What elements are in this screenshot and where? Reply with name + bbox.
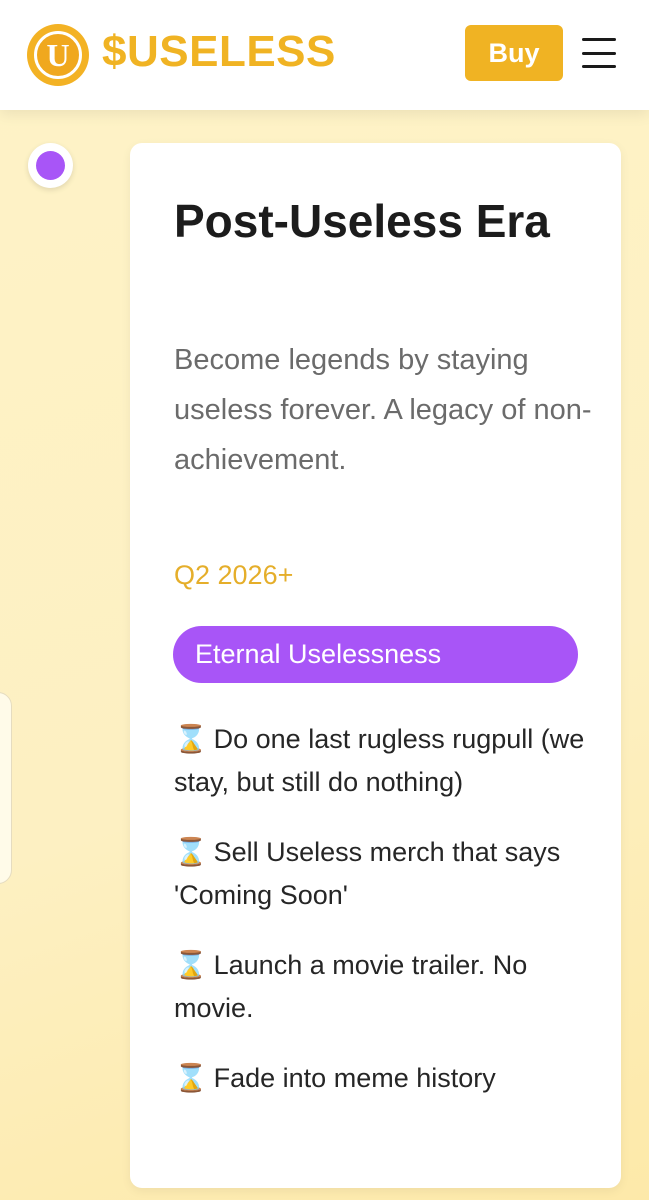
buy-button[interactable]: Buy — [465, 25, 563, 81]
previous-card-edge — [0, 692, 12, 884]
task-item: ⌛ Do one last rugless rugpull (we stay, b… — [174, 718, 594, 803]
phase-title: Post-Useless Era — [174, 195, 550, 247]
phase-task-list: ⌛ Do one last rugless rugpull (we stay, b… — [174, 718, 594, 1128]
hamburger-line — [582, 65, 616, 68]
hourglass-icon: ⌛ — [174, 950, 208, 981]
phase-description: Become legends by staying useless foreve… — [174, 344, 592, 476]
hamburger-line — [582, 38, 616, 41]
task-text: Sell Useless merch that says 'Coming Soo… — [174, 837, 561, 910]
hourglass-icon: ⌛ — [174, 1063, 208, 1094]
hourglass-icon: ⌛ — [174, 837, 208, 868]
timeline-dot-core — [36, 151, 65, 180]
roadmap-phase-card: Post-Useless Era Become legends by stayi… — [130, 143, 621, 1188]
coin-logo-icon[interactable]: U — [27, 24, 89, 86]
task-item: ⌛ Launch a movie trailer. No movie. — [174, 944, 594, 1029]
brand-name[interactable]: $USELESS — [102, 24, 336, 80]
task-text: Fade into meme history — [213, 1063, 496, 1093]
task-text: Do one last rugless rugpull (we stay, bu… — [174, 724, 585, 797]
phase-tag-badge: Eternal Uselessness — [173, 626, 578, 683]
task-text: Launch a movie trailer. No movie. — [174, 950, 528, 1023]
hamburger-icon[interactable] — [582, 38, 616, 68]
task-item: ⌛ Fade into meme history — [174, 1057, 594, 1100]
phase-date: Q2 2026+ — [174, 560, 294, 590]
task-item: ⌛ Sell Useless merch that says 'Coming So… — [174, 831, 594, 916]
coin-logo-letter: U — [34, 31, 82, 79]
hourglass-icon: ⌛ — [174, 724, 208, 755]
top-navbar: U $USELESS Buy — [0, 0, 649, 110]
hamburger-line — [582, 51, 616, 55]
timeline-dot — [28, 143, 73, 188]
